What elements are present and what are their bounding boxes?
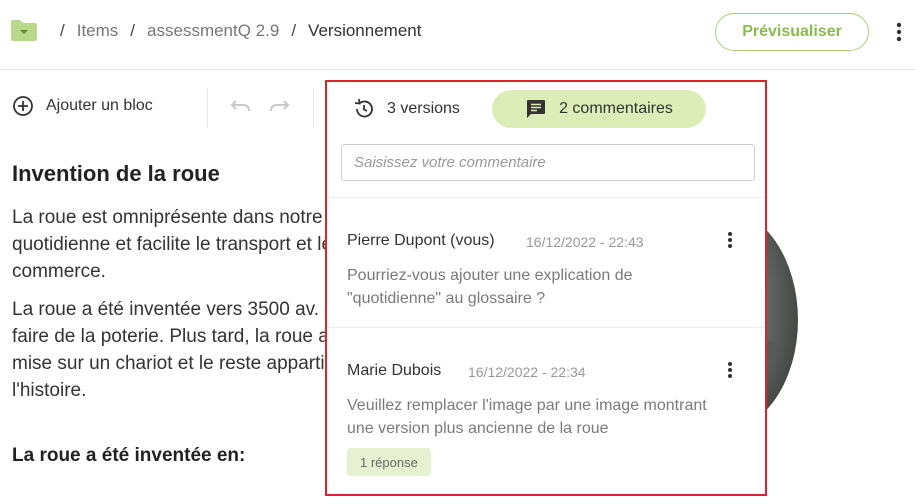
tab-versions-label: 3 versions	[387, 100, 460, 117]
breadcrumb-current: Versionnement	[308, 21, 422, 40]
breadcrumb-assessment[interactable]: assessmentQ 2.9	[147, 21, 279, 41]
breadcrumb-separator: /	[291, 21, 297, 40]
paragraph-2: La roue a été inventée vers 3500 av. J.-…	[12, 296, 332, 404]
comment-author: Marie Dubois	[347, 362, 442, 379]
comment-date: 16/12/2022 - 22:34	[468, 364, 586, 380]
comment-item: Marie Dubois 16/12/2022 - 22:34 Veuillez…	[327, 328, 765, 494]
comment-text-line: "quotidienne" au glossaire ?	[347, 290, 546, 307]
add-circle-icon	[13, 96, 33, 116]
paragraph-line: faire de la poterie. Plus tard, la roue …	[12, 326, 332, 347]
comment-item: Pierre Dupont (vous) 16/12/2022 - 22:43 …	[327, 198, 765, 328]
folder-icon[interactable]	[10, 18, 38, 42]
add-block-button[interactable]: Ajouter un bloc	[12, 95, 153, 117]
paragraph-line: mise sur un chariot et le reste appartie…	[12, 353, 332, 374]
toolbar-divider	[207, 88, 208, 128]
paragraph-line: La roue a été inventée vers 3500 av. J.-…	[12, 299, 332, 320]
tab-comments[interactable]: 2 commentaires	[492, 90, 706, 128]
page-title: Invention de la roue	[12, 161, 220, 186]
comments-panel: 3 versions 2 commentaires Pierre Dupont …	[325, 80, 767, 496]
comment-text-line: Pourriez-vous ajouter une explication de	[347, 267, 633, 284]
paragraph-line: quotidienne et facilite le transport et …	[12, 234, 332, 255]
comment-text-line: Veuillez remplacer l'image par une image…	[347, 397, 707, 414]
more-vertical-icon[interactable]	[891, 20, 907, 44]
breadcrumb: / Items / assessmentQ 2.9 / Versionnemen…	[60, 20, 421, 42]
comment-icon	[527, 100, 546, 118]
comment-text: Veuillez remplacer l'image par une image…	[347, 394, 747, 440]
question-title: La roue a été inventée en:	[12, 445, 246, 466]
breadcrumb-separator: /	[60, 21, 65, 40]
add-block-label: Ajouter un bloc	[46, 97, 153, 114]
comment-date: 16/12/2022 - 22:43	[526, 234, 644, 250]
preview-button[interactable]: Prévisualiser	[715, 13, 869, 51]
toolbar-divider	[313, 88, 314, 128]
comment-text: Pourriez-vous ajouter une explication de…	[347, 264, 747, 310]
undo-icon[interactable]	[230, 97, 252, 120]
paragraph-line: l'histoire.	[12, 380, 87, 401]
paragraph-line: La roue est omniprésente dans notre vie	[12, 207, 332, 228]
more-vertical-icon[interactable]	[723, 360, 737, 380]
tab-comments-label: 2 commentaires	[559, 100, 673, 117]
redo-icon[interactable]	[268, 97, 290, 120]
paragraph-line: commerce.	[12, 261, 106, 282]
reply-badge[interactable]: 1 réponse	[347, 448, 431, 476]
paragraph-1: La roue est omniprésente dans notre vie …	[12, 204, 332, 285]
more-vertical-icon[interactable]	[723, 230, 737, 250]
tab-versions[interactable]: 3 versions	[353, 90, 460, 128]
comment-text-line: une version plus ancienne de la roue	[347, 420, 609, 437]
comment-author: Pierre Dupont (vous)	[347, 232, 495, 249]
history-icon	[354, 98, 373, 118]
top-bar: / Items / assessmentQ 2.9 / Versionnemen…	[0, 0, 915, 70]
comment-input[interactable]	[341, 144, 755, 181]
breadcrumb-items[interactable]: Items	[77, 21, 119, 41]
breadcrumb-separator: /	[130, 21, 136, 40]
